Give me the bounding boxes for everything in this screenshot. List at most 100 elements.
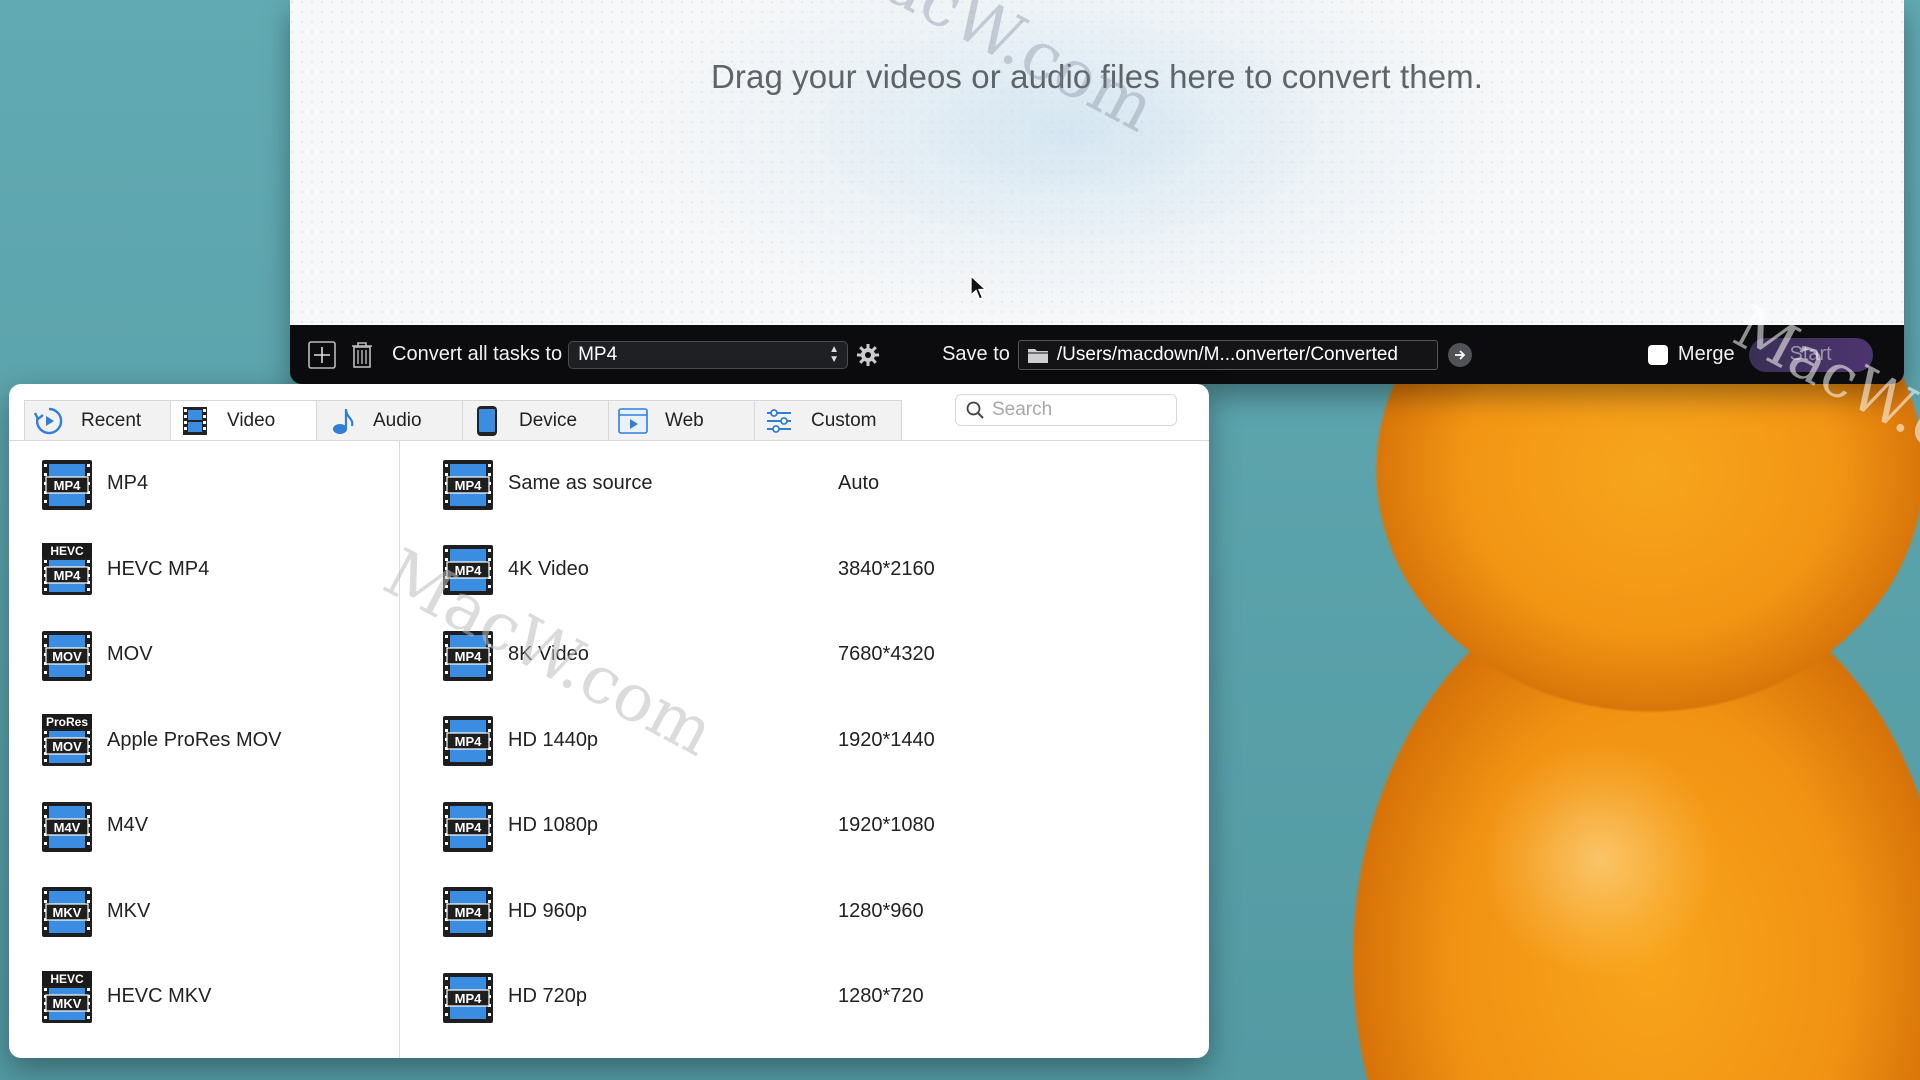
phone-icon	[469, 405, 505, 437]
output-format-select[interactable]: MP4 ▲ ▼	[568, 340, 849, 369]
svg-text:MP4: MP4	[455, 991, 483, 1006]
svg-text:M4V: M4V	[54, 820, 81, 835]
format-category-tabs: Recent Video Audio Device Web Custom	[24, 400, 902, 441]
svg-text:HEVC: HEVC	[50, 544, 84, 558]
preset-name: HD 1080p	[508, 814, 599, 837]
preset-name: HD 720p	[508, 985, 587, 1008]
format-name: MKV	[107, 899, 151, 922]
tab-custom[interactable]: Custom	[755, 401, 901, 441]
svg-text:MP4: MP4	[455, 478, 483, 493]
format-item[interactable]: MOV MOV	[9, 612, 399, 698]
video-format-icon: MP4	[440, 629, 496, 681]
tab-label: Audio	[373, 410, 422, 431]
video-format-icon: MP4	[440, 714, 496, 767]
add-files-button[interactable]	[306, 339, 338, 371]
svg-text:MP4: MP4	[455, 820, 483, 835]
format-name: HEVC MP4	[107, 557, 210, 580]
folder-icon	[1027, 348, 1048, 363]
start-button[interactable]: Start	[1748, 337, 1873, 372]
tab-video[interactable]: Video	[171, 401, 317, 441]
preset-item[interactable]: MP4 8K Video 7680*4320	[400, 612, 1209, 698]
preset-name: 4K Video	[508, 557, 589, 580]
format-item[interactable]: M4V M4V	[9, 783, 399, 869]
save-to-label: Save to	[942, 343, 1010, 365]
orange-highlight	[1480, 740, 1720, 980]
preset-resolution: 1920*1440	[838, 728, 935, 751]
format-item[interactable]: MP4 HEVC HEVC MP4	[9, 527, 399, 613]
video-format-icon: M4V	[39, 800, 95, 852]
mouse-cursor-icon	[970, 275, 988, 300]
format-item[interactable]: MKV HEVC HEVC MKV	[9, 954, 399, 1040]
format-search[interactable]	[955, 394, 1177, 426]
format-list: MP4 MP4 MP4 HEVC HEVC MP4 MOV MOV MOV Pr…	[9, 441, 399, 1058]
format-name: MOV	[107, 643, 153, 666]
merge-checkbox[interactable]	[1647, 344, 1668, 365]
preset-resolution: 7680*4320	[838, 643, 935, 666]
tab-device[interactable]: Device	[463, 401, 609, 441]
format-item[interactable]: MOV ProRes Apple ProRes MOV	[9, 698, 399, 784]
web-video-icon	[615, 405, 651, 437]
preset-resolution: 1280*960	[838, 899, 924, 922]
svg-text:HEVC: HEVC	[50, 972, 84, 986]
svg-text:MOV: MOV	[52, 739, 82, 754]
plus-square-icon	[308, 340, 336, 369]
tab-label: Video	[227, 410, 276, 431]
preset-item[interactable]: MP4 HD 720p 1280*720	[400, 954, 1209, 1040]
stepper-arrows-icon: ▲ ▼	[829, 343, 840, 365]
drop-zone[interactable]: Drag your videos or audio files here to …	[290, 0, 1904, 325]
svg-text:MKV: MKV	[53, 905, 82, 920]
format-settings-button[interactable]	[852, 339, 884, 371]
video-format-icon: MP4 HEVC	[39, 543, 95, 596]
video-format-icon: MOV	[39, 629, 95, 681]
video-format-icon: MKV HEVC	[39, 970, 95, 1023]
video-format-icon: MP4	[440, 885, 496, 938]
tab-web[interactable]: Web	[609, 401, 755, 441]
preset-item[interactable]: MP4 4K Video 3840*2160	[400, 527, 1209, 613]
format-popover: Recent Video Audio Device Web Custom Sea…	[9, 384, 1209, 1058]
svg-text:ProRes: ProRes	[46, 715, 88, 729]
preset-resolution: 3840*2160	[838, 557, 935, 580]
output-format-value: MP4	[578, 343, 618, 365]
preset-item[interactable]: MP4 Same as source Auto	[400, 441, 1209, 527]
video-format-icon: MP4	[440, 800, 496, 852]
video-format-icon: MP4	[440, 458, 496, 510]
format-name: HEVC MKV	[107, 985, 212, 1008]
svg-text:MP4: MP4	[54, 478, 82, 493]
video-format-icon: MKV	[39, 885, 95, 938]
tab-label: Recent	[81, 410, 142, 431]
preset-resolution: Auto	[838, 472, 880, 495]
preset-resolution: 1920*1080	[838, 814, 935, 837]
preset-resolution: 1280*720	[838, 985, 924, 1008]
preset-list: MP4 Same as source Auto MP4 4K Video 384…	[400, 441, 1209, 1058]
output-path-field[interactable]: /Users/macdown/M...onverter/Converted	[1017, 339, 1438, 370]
tab-recent[interactable]: Recent	[25, 401, 171, 441]
search-icon	[966, 401, 984, 419]
preset-name: 8K Video	[508, 643, 589, 666]
preset-name: Same as source	[508, 472, 653, 495]
svg-text:MP4: MP4	[455, 649, 483, 664]
tab-audio[interactable]: Audio	[317, 401, 463, 441]
format-item[interactable]: MP4 MP4	[9, 441, 399, 527]
search-input[interactable]	[992, 399, 1162, 421]
svg-text:MP4: MP4	[455, 905, 483, 920]
converter-window: Drag your videos or audio files here to …	[290, 0, 1904, 384]
bottom-toolbar: Convert all tasks to MP4 ▲ ▼ Save to /Us…	[290, 325, 1904, 384]
tab-label: Custom	[811, 410, 877, 431]
svg-text:MP4: MP4	[455, 563, 483, 578]
preset-item[interactable]: MP4 HD 1440p 1920*1440	[400, 698, 1209, 784]
open-output-folder-button[interactable]	[1447, 342, 1472, 367]
drop-zone-message: Drag your videos or audio files here to …	[710, 58, 1484, 95]
delete-tasks-button[interactable]	[346, 339, 378, 371]
format-item[interactable]: MKV MKV	[9, 869, 399, 955]
svg-text:MP4: MP4	[54, 568, 82, 583]
arrow-right-icon	[1454, 349, 1466, 360]
merge-label: Merge	[1677, 343, 1735, 365]
tab-label: Device	[519, 410, 578, 431]
preset-item[interactable]: MP4 HD 960p 1280*960	[400, 869, 1209, 955]
recent-icon	[31, 405, 67, 437]
svg-text:MP4: MP4	[455, 734, 483, 749]
output-path-value: /Users/macdown/M...onverter/Converted	[1056, 343, 1398, 365]
preset-item[interactable]: MP4 HD 1080p 1920*1080	[400, 783, 1209, 869]
tab-label: Web	[665, 410, 704, 431]
svg-text:MKV: MKV	[53, 996, 82, 1011]
